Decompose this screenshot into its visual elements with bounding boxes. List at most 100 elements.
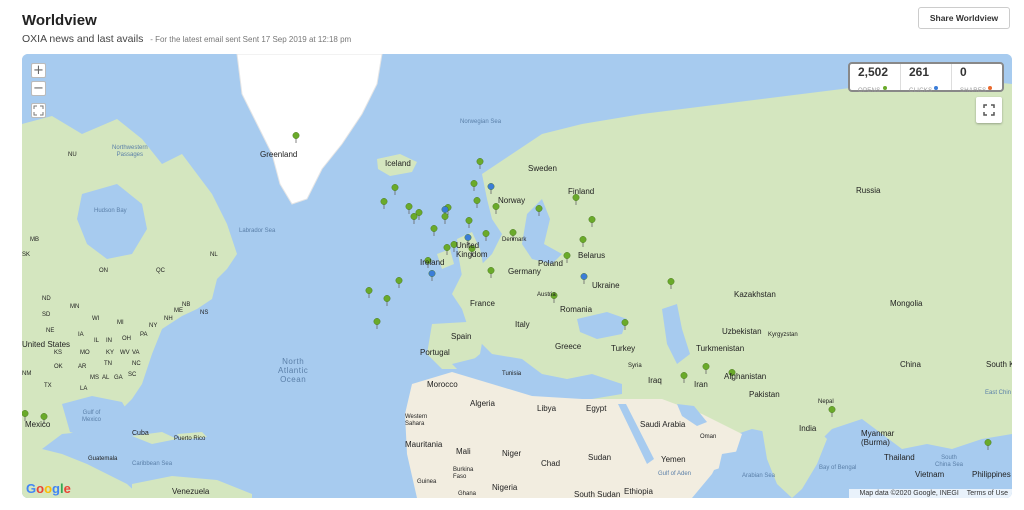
label-south-sudan: South Sudan xyxy=(574,490,621,498)
label-norwegian-sea: Norwegian Sea xyxy=(460,119,502,125)
open-pin-icon[interactable] xyxy=(680,372,688,384)
label-iceland: Iceland xyxy=(385,159,411,168)
open-pin-icon[interactable] xyxy=(365,287,373,298)
label-ky: KY xyxy=(106,350,115,356)
share-worldview-button[interactable]: Share Worldview xyxy=(918,7,1010,29)
label-oman: Oman xyxy=(700,434,717,440)
label-arabian-sea: Arabian Sea xyxy=(742,473,776,479)
label-on: ON xyxy=(99,268,108,274)
clicks-stat: 261 CLICKS xyxy=(901,64,952,94)
label-mongolia: Mongolia xyxy=(890,299,923,308)
open-pin-icon[interactable] xyxy=(667,277,675,289)
label-chad: Chad xyxy=(541,459,561,468)
open-pin-icon[interactable] xyxy=(473,196,481,208)
open-pin-icon[interactable] xyxy=(410,213,418,225)
click-pin-icon[interactable] xyxy=(428,270,436,282)
label-cuba: Cuba xyxy=(132,430,149,437)
open-pin-icon[interactable] xyxy=(579,236,587,248)
label-kazakhstan: Kazakhstan xyxy=(734,290,776,299)
terms-of-use-link[interactable]: Terms of Use xyxy=(967,490,1008,497)
label-ok: OK xyxy=(54,364,63,370)
open-pin-icon[interactable] xyxy=(292,132,300,143)
label-va: VA xyxy=(132,350,140,356)
page-subtitle: OXIA news and last avails - For the late… xyxy=(22,33,351,45)
opens-dot xyxy=(882,85,887,90)
map-data-credit: Map data ©2020 Google, INEGI xyxy=(859,490,959,497)
label-mn: MN xyxy=(70,304,80,310)
open-pin-icon[interactable] xyxy=(476,157,484,169)
label-niger: Niger xyxy=(502,449,522,458)
label-ms: MS xyxy=(90,375,99,381)
label-ga: GA xyxy=(114,375,123,381)
label-east-china: East Chin xyxy=(985,390,1012,396)
open-pin-icon[interactable] xyxy=(395,276,403,288)
label-pa: PA xyxy=(140,332,148,338)
label-vietnam: Vietnam xyxy=(915,470,945,479)
open-pin-icon[interactable] xyxy=(588,215,596,227)
label-tn: TN xyxy=(104,361,112,367)
label-sudan: Sudan xyxy=(588,453,612,462)
open-pin-icon[interactable] xyxy=(487,267,495,279)
label-ns: NS xyxy=(200,310,209,316)
label-india: India xyxy=(799,424,817,433)
open-pin-icon[interactable] xyxy=(535,204,543,216)
label-guatemala: Guatemala xyxy=(88,456,118,462)
label-burkina-faso: Burkina Faso xyxy=(453,467,474,480)
open-pin-icon[interactable] xyxy=(441,213,449,225)
open-pin-icon[interactable] xyxy=(430,224,438,236)
world-map[interactable]: 2,502 OPENS 261 CLICKS 0 SHARES + − Gree… xyxy=(22,54,1012,498)
sent-note: - For the latest email sent Sent 17 Sep … xyxy=(150,35,352,44)
open-pin-icon[interactable] xyxy=(563,252,571,264)
label-nm: NM xyxy=(22,371,32,377)
opens-label: OPENS xyxy=(858,88,881,94)
open-pin-icon[interactable] xyxy=(405,202,413,214)
label-italy: Italy xyxy=(515,320,530,329)
label-mauritania: Mauritania xyxy=(405,440,443,449)
label-germany: Germany xyxy=(508,267,541,276)
label-ethiopia: Ethiopia xyxy=(624,487,653,496)
label-ne: NE xyxy=(46,328,55,334)
label-saudi-arabia: Saudi Arabia xyxy=(640,420,686,429)
label-mali: Mali xyxy=(456,447,471,456)
label-ia: IA xyxy=(78,332,84,338)
reset-view-button[interactable] xyxy=(31,103,46,118)
open-pin-icon[interactable] xyxy=(465,217,473,229)
label-romania: Romania xyxy=(560,305,593,314)
opens-stat: 2,502 OPENS xyxy=(850,64,901,94)
zoom-in-button[interactable]: + xyxy=(31,63,46,78)
label-finland: Finland xyxy=(568,187,595,196)
label-nepal: Nepal xyxy=(818,399,834,405)
zoom-out-button[interactable]: − xyxy=(31,81,46,96)
open-pin-icon[interactable] xyxy=(828,406,836,418)
label-me: ME xyxy=(174,308,183,314)
label-tunisia: Tunisia xyxy=(502,371,522,377)
label-nigeria: Nigeria xyxy=(492,483,518,492)
open-pin-icon[interactable] xyxy=(383,294,391,306)
label-wv: WV xyxy=(120,350,130,356)
label-qc: QC xyxy=(156,268,165,274)
expand-icon xyxy=(33,105,44,116)
label-turkey: Turkey xyxy=(611,344,636,353)
open-pin-icon[interactable] xyxy=(621,318,629,330)
label-iraq: Iraq xyxy=(648,376,662,385)
open-pin-icon[interactable] xyxy=(702,363,710,375)
label-thailand: Thailand xyxy=(884,453,915,462)
list-name: OXIA news and last avails xyxy=(22,33,144,45)
click-pin-icon[interactable] xyxy=(580,272,588,284)
label-algeria: Algeria xyxy=(470,399,495,408)
open-pin-icon[interactable] xyxy=(482,229,490,241)
fullscreen-icon xyxy=(983,104,995,116)
label-venezuela: Venezuela xyxy=(172,487,210,496)
label-iran: Iran xyxy=(694,380,708,389)
click-pin-icon[interactable] xyxy=(487,183,495,195)
label-poland: Poland xyxy=(538,259,563,268)
open-pin-icon[interactable] xyxy=(380,197,388,209)
clicks-label: CLICKS xyxy=(909,88,933,94)
open-pin-icon[interactable] xyxy=(984,438,992,450)
fullscreen-button[interactable] xyxy=(976,97,1002,123)
open-pin-icon[interactable] xyxy=(470,180,478,192)
label-philippines: Philippines xyxy=(972,470,1011,479)
label-bay-of-bengal: Bay of Bengal xyxy=(819,465,857,471)
open-pin-icon[interactable] xyxy=(373,318,381,330)
open-pin-icon[interactable] xyxy=(391,184,399,196)
